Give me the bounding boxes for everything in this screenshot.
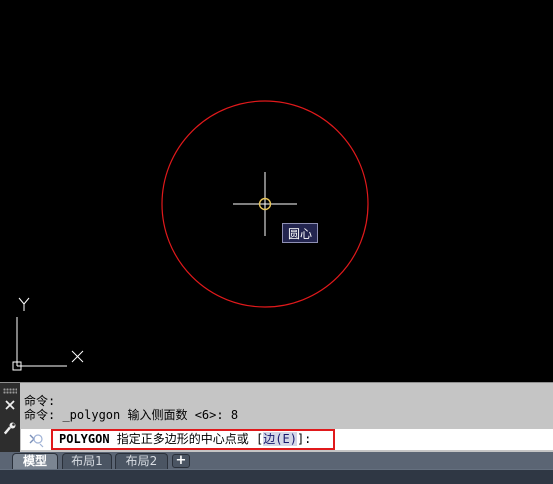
tab-model[interactable]: 模型 (12, 453, 58, 469)
prompt-suffix: ]: (296, 432, 312, 446)
tab-layout1[interactable]: 布局1 (62, 453, 112, 469)
prompt-instruction: 指定正多边形的中心点或 [ (109, 432, 264, 446)
close-icon[interactable] (2, 399, 18, 415)
ucs-icon (12, 297, 84, 371)
command-history: 命令: 命令: _polygon 输入侧面数 <6>: 8 (24, 394, 544, 422)
command-prompt-row[interactable]: POLYGON 指定正多边形的中心点或 [边(E)]: (21, 429, 553, 450)
history-line: 命令: _polygon 输入侧面数 <6>: 8 (24, 408, 239, 422)
drawing-svg (12, 100, 369, 371)
command-line-panel: 命令: 命令: _polygon 输入侧面数 <6>: 8 POLYGON 指定… (0, 382, 553, 453)
wrench-icon[interactable] (2, 421, 18, 437)
tabs-strip: 模型 布局1 布局2 + (0, 452, 553, 469)
prompt-command-name: POLYGON (59, 432, 110, 446)
drag-handle-icon[interactable] (3, 388, 17, 394)
add-layout-button[interactable]: + (172, 454, 190, 468)
history-line: 命令: (24, 394, 56, 408)
command-prompt-text[interactable]: POLYGON 指定正多边形的中心点或 [边(E)]: (59, 432, 311, 446)
prompt-option-edge[interactable]: 边(E) (263, 432, 297, 446)
drawing-canvas[interactable]: 圆心 (0, 0, 553, 382)
command-prompt-icon[interactable] (27, 431, 45, 448)
command-line-grip[interactable] (0, 383, 20, 453)
autocad-window: 圆心 命令: 命令: _polygon 输入侧面数 <6>: 8 POLYGON… (0, 0, 553, 484)
osnap-tooltip: 圆心 (282, 223, 318, 243)
status-bar (0, 469, 553, 484)
layout-tab-bar: 模型 布局1 布局2 + (0, 452, 553, 484)
tab-layout2[interactable]: 布局2 (115, 453, 168, 469)
